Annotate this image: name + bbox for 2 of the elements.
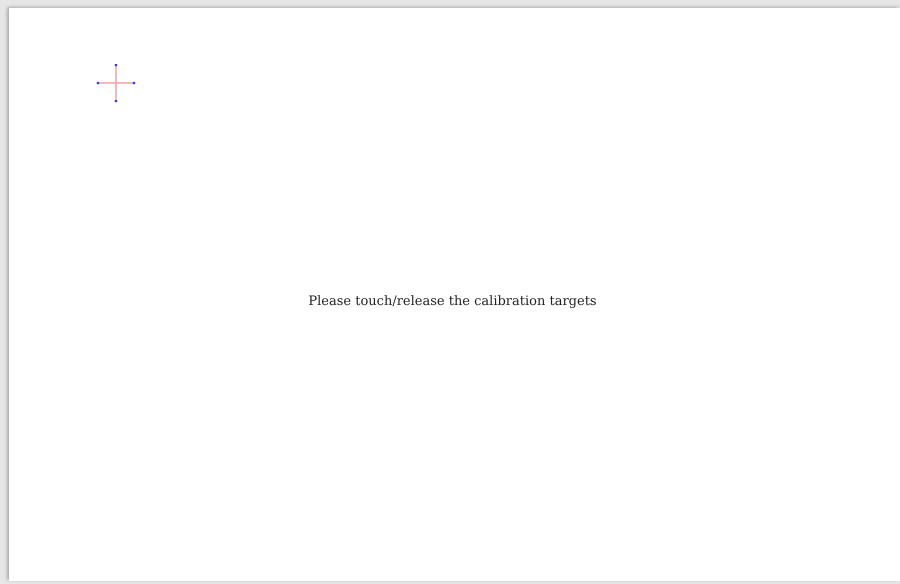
- crosshair-target-icon: [96, 64, 136, 104]
- instruction-text: Please touch/release the calibration targets: [308, 292, 597, 311]
